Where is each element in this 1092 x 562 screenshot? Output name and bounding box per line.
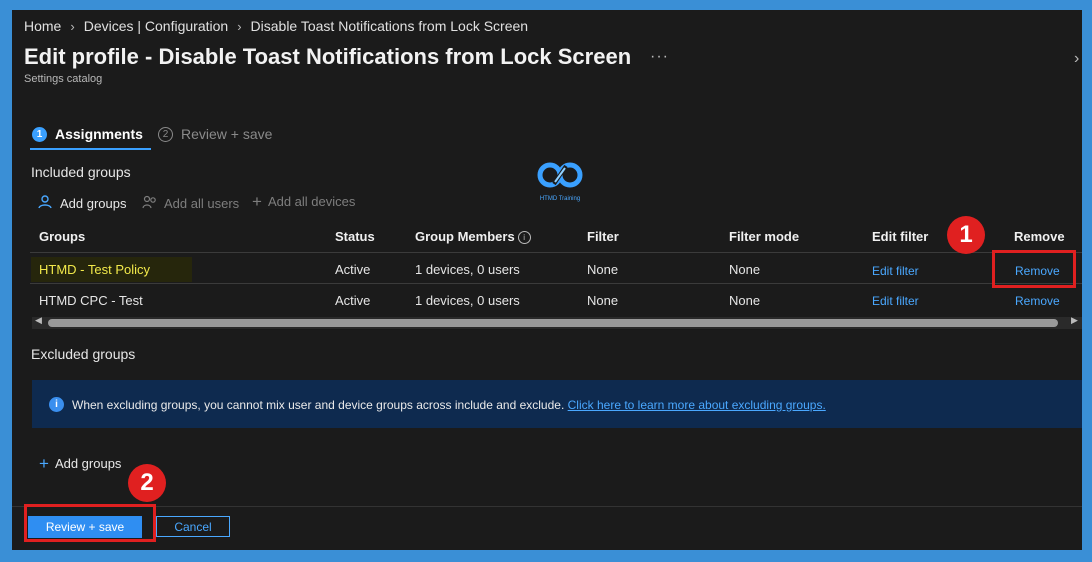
add-all-devices-label: Add all devices (267, 194, 356, 209)
add-all-users-button[interactable]: Add all users (142, 194, 239, 212)
annotation-marker-1: 1 (947, 216, 985, 254)
column-status: Status (335, 229, 375, 244)
add-person-icon (38, 194, 54, 212)
plus-icon: + (252, 191, 262, 211)
column-groups: Groups (39, 229, 86, 244)
breadcrumb: Home › Devices | Configuration › Disable Toa… (24, 18, 528, 34)
add-groups-button[interactable]: Add groups (38, 194, 127, 212)
breadcrumb-home[interactable]: Home (24, 18, 61, 34)
chevron-right-icon[interactable]: › (1074, 50, 1079, 68)
group-name-cell[interactable]: HTMD CPC - Test (39, 293, 143, 308)
scrollbar-thumb[interactable] (48, 319, 1058, 327)
portal-window: Home › Devices | Configuration › Disable Toa… (12, 10, 1082, 550)
logo-text: HTMD Training (539, 196, 581, 202)
chevron-right-icon: › (237, 19, 242, 34)
cancel-button[interactable]: Cancel (156, 516, 230, 537)
tab-assignments[interactable]: 1 Assignments (32, 126, 143, 142)
column-edit-filter: Edit filter (872, 229, 929, 244)
filter-cell: None (587, 293, 619, 308)
info-icon[interactable]: i (517, 231, 531, 244)
tab-review-save-label: Review + save (181, 126, 273, 142)
included-groups-heading: Included groups (31, 164, 131, 180)
column-remove: Remove (1014, 229, 1065, 244)
status-cell: Active (335, 262, 371, 277)
members-cell: 1 devices, 0 users (415, 262, 520, 277)
column-filter: Filter (587, 229, 619, 244)
remove-link[interactable]: Remove (1015, 294, 1060, 308)
page-title: Edit profile - Disable Toast Notificatio… (24, 44, 632, 69)
members-cell: 1 devices, 0 users (415, 293, 520, 308)
info-banner-message: When excluding groups, you cannot mix us… (72, 397, 565, 412)
annotation-marker-2: 2 (128, 464, 166, 502)
divider (30, 283, 1082, 284)
more-options-icon[interactable]: ··· (650, 48, 669, 66)
scroll-left-icon[interactable]: ◀ (35, 315, 42, 326)
htmd-logo: HTMD Training (530, 160, 590, 204)
highlight-box-remove (992, 250, 1076, 288)
column-group-members-label: Group Members (415, 229, 515, 244)
page-subtitle: Settings catalog (24, 73, 103, 85)
plus-icon: + (39, 453, 49, 473)
add-excluded-groups-button[interactable]: + Add groups (39, 453, 122, 473)
filter-mode-cell: None (729, 293, 761, 308)
add-groups-label: Add groups (60, 195, 127, 211)
info-icon: i (49, 397, 64, 412)
step-number-icon: 1 (32, 126, 47, 142)
highlight-box-review-save (24, 504, 156, 542)
tab-assignments-label: Assignments (55, 126, 143, 142)
group-name-cell[interactable]: HTMD - Test Policy (31, 257, 192, 282)
divider (30, 252, 1082, 253)
edit-filter-link[interactable]: Edit filter (872, 264, 919, 278)
active-tab-indicator (30, 148, 151, 150)
info-banner-text: When excluding groups, you cannot mix us… (72, 398, 826, 412)
learn-more-link[interactable]: Click here to learn more about excluding… (568, 398, 826, 412)
filter-cell: None (587, 262, 619, 277)
info-banner-content: i When excluding groups, you cannot mix … (49, 397, 826, 412)
edit-filter-link[interactable]: Edit filter (872, 294, 919, 308)
users-icon (142, 194, 158, 212)
add-all-devices-button[interactable]: + Add all devices (252, 191, 356, 211)
breadcrumb-devices-configuration[interactable]: Devices | Configuration (84, 18, 228, 34)
column-filter-mode: Filter mode (729, 229, 800, 244)
htmd-logo-mark (537, 162, 583, 188)
chevron-right-icon: › (70, 19, 75, 34)
column-group-members: Group Members i (415, 229, 531, 244)
add-all-users-label: Add all users (164, 195, 240, 211)
tab-review-save[interactable]: 2 Review + save (158, 126, 272, 142)
status-cell: Active (335, 293, 371, 308)
scroll-right-icon[interactable]: ▶ (1071, 315, 1078, 326)
add-excluded-groups-label: Add groups (54, 456, 122, 471)
excluded-groups-heading: Excluded groups (31, 346, 136, 362)
breadcrumb-profile[interactable]: Disable Toast Notifications from Lock Sc… (251, 18, 529, 34)
step-number-icon: 2 (158, 126, 173, 142)
filter-mode-cell: None (729, 262, 761, 277)
